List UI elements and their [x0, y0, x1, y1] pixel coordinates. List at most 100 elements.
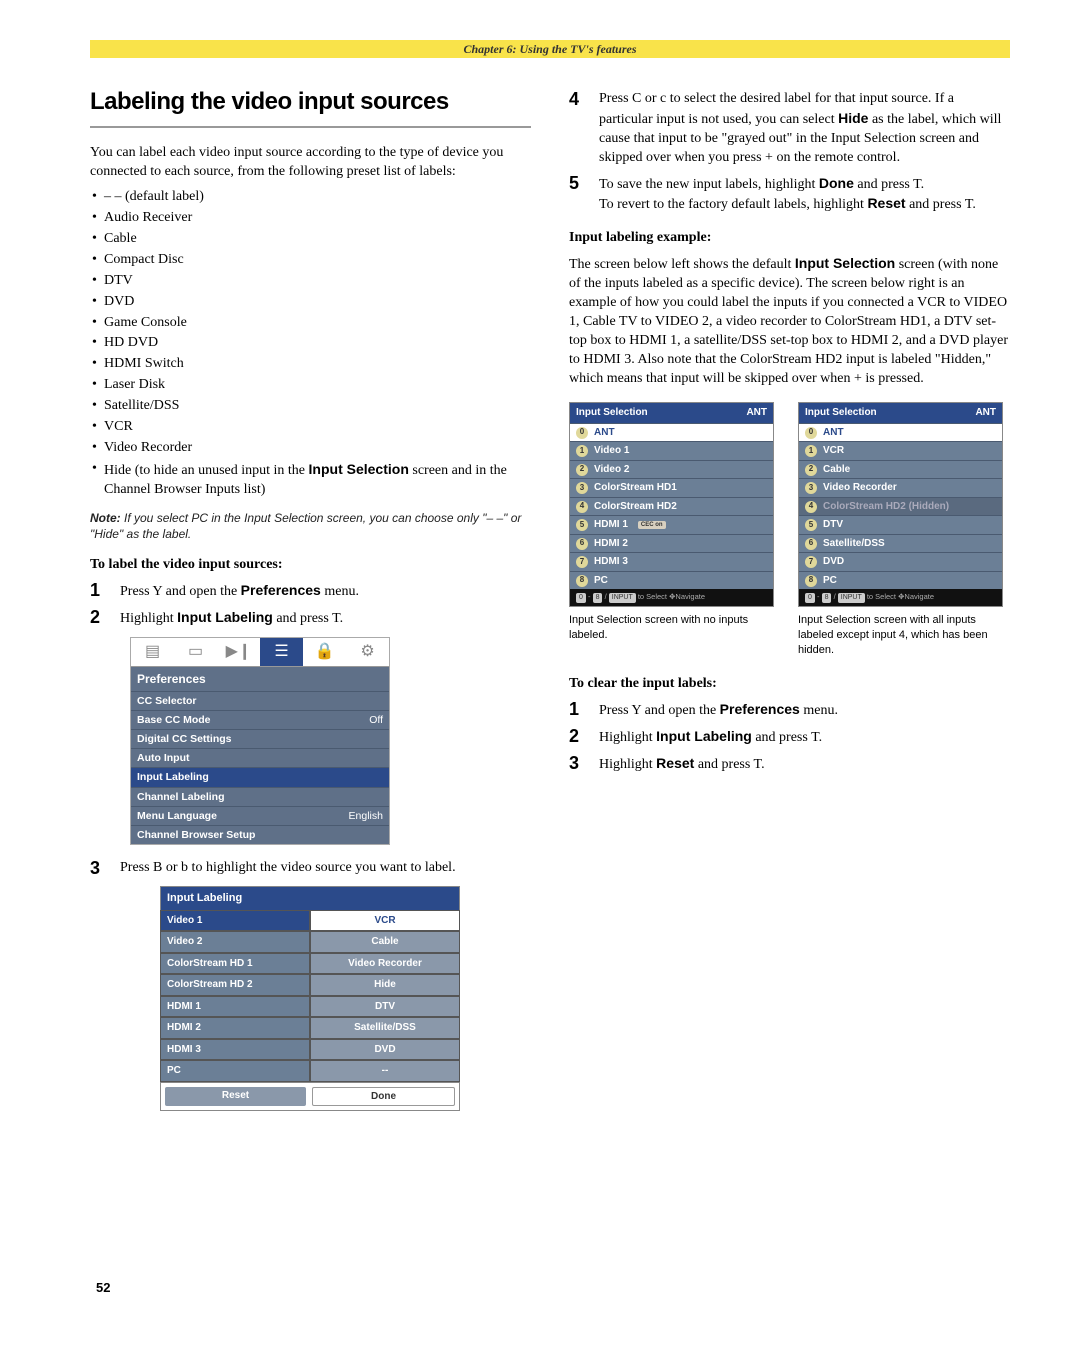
step-text: To save the new input labels, highlight … [599, 174, 976, 216]
step-number: 5 [569, 174, 585, 216]
step-5: 5 To save the new input labels, highligh… [569, 174, 1010, 216]
step-text: Highlight Input Labeling and press T. [120, 608, 343, 629]
sliders-icon: ☰ [260, 638, 303, 666]
caption-right: Input Selection screen with all inputs l… [798, 613, 1003, 658]
lab-row: HDMI 2Satellite/DSS [160, 1017, 460, 1039]
intro-paragraph: You can label each video input source ac… [90, 144, 531, 182]
subheading: To label the video input sources: [90, 556, 531, 575]
sel-item: 1Video 1 [570, 441, 773, 460]
lab-row: ColorStream HD 1Video Recorder [160, 953, 460, 975]
step-text: Highlight Input Labeling and press T. [599, 727, 822, 748]
step-number: 1 [569, 700, 585, 721]
page-number: 52 [96, 1280, 110, 1295]
sel-item: 2Cable [799, 460, 1002, 479]
icon-tab-row: ▤ ▭ ▶❙ ☰ 🔒 ⚙ [131, 638, 389, 667]
sel-item: 1VCR [799, 441, 1002, 460]
list-item: Audio Receiver [90, 209, 531, 228]
sel-item: 6Satellite/DSS [799, 534, 1002, 553]
pref-row: Channel Browser Setup [131, 825, 389, 844]
pref-row: Auto Input [131, 748, 389, 767]
input-labeling-title: Input Labeling [160, 886, 460, 910]
step-number: 3 [90, 859, 106, 878]
clear-step-3: 3 Highlight Reset and press T. [569, 754, 1010, 775]
step-2: 2 Highlight Input Labeling and press T. [90, 608, 531, 629]
page: Chapter 6: Using the TV's features Label… [0, 0, 1080, 1141]
preferences-menu-screenshot: ▤ ▭ ▶❙ ☰ 🔒 ⚙ Preferences CC Selector Bas… [130, 637, 390, 846]
preferences-title: Preferences [131, 667, 389, 691]
input-selection-card-labeled: Input SelectionANT 0ANT 1VCR 2Cable 3Vid… [798, 402, 1003, 606]
sel-item: 4ColorStream HD2 [570, 497, 773, 516]
chapter-banner: Chapter 6: Using the TV's features [90, 40, 1010, 58]
sel-item: 3Video Recorder [799, 478, 1002, 497]
lab-row: ColorStream HD 2Hide [160, 974, 460, 996]
pref-row: Digital CC Settings [131, 729, 389, 748]
input-selection-card-default: Input SelectionANT 0ANT 1Video 1 2Video … [569, 402, 774, 606]
gear-icon: ⚙ [346, 638, 389, 666]
selection-cards-row: Input SelectionANT 0ANT 1Video 1 2Video … [569, 402, 1010, 606]
clear-steps: 1 Press Y and open the Preferences menu.… [569, 700, 1010, 775]
list-item: DTV [90, 272, 531, 291]
step-3: 3 Press B or b to highlight the video so… [90, 859, 531, 878]
done-button: Done [312, 1087, 455, 1107]
list-item-hide: Hide (to hide an unused input in the Inp… [90, 460, 531, 500]
sel-item: 0ANT [799, 423, 1002, 442]
step-number: 2 [90, 608, 106, 629]
example-heading: Input labeling example: [569, 229, 1010, 248]
sel-item: 0ANT [570, 423, 773, 442]
list-item: Video Recorder [90, 439, 531, 458]
sel-item: 5HDMI 1CEC on [570, 515, 773, 534]
step-text: Press Y and open the Preferences menu. [120, 581, 359, 602]
steps-list: 1 Press Y and open the Preferences menu.… [90, 581, 531, 629]
step-text: Highlight Reset and press T. [599, 754, 765, 775]
lab-row: Video 2Cable [160, 931, 460, 953]
lab-row: HDMI 3DVD [160, 1039, 460, 1061]
sel-item: 3ColorStream HD1 [570, 478, 773, 497]
pref-row: Menu LanguageEnglish [131, 806, 389, 825]
sel-item: 2Video 2 [570, 460, 773, 479]
reset-button: Reset [165, 1087, 306, 1107]
step-text: Press C or c to select the desired label… [599, 90, 1010, 168]
pref-row: Channel Labeling [131, 787, 389, 806]
lab-row: Video 1VCR [160, 910, 460, 932]
lab-button-row: Reset Done [160, 1082, 460, 1112]
step-number: 2 [569, 727, 585, 748]
list-item: Game Console [90, 314, 531, 333]
preferences-body: Preferences CC Selector Base CC ModeOff … [131, 667, 389, 845]
sel-item: 8PC [570, 571, 773, 590]
lab-row: HDMI 1DTV [160, 996, 460, 1018]
list-item: HDMI Switch [90, 355, 531, 374]
tab-icon: ▤ [131, 638, 174, 666]
card-footer: 0 - 8 / INPUT to Select ✥Navigate [570, 589, 773, 605]
step-number: 1 [90, 581, 106, 602]
step-number: 4 [569, 90, 585, 168]
steps-right: 4 Press C or c to select the desired lab… [569, 90, 1010, 215]
example-paragraph: The screen below left shows the default … [569, 254, 1010, 388]
step-1: 1 Press Y and open the Preferences menu. [90, 581, 531, 602]
section-title-box: Labeling the video input sources [90, 86, 531, 128]
lab-row: PC-- [160, 1060, 460, 1082]
two-column-layout: Labeling the video input sources You can… [90, 86, 1010, 1111]
clear-step-2: 2 Highlight Input Labeling and press T. [569, 727, 1010, 748]
tv-icon: ▭ [174, 638, 217, 666]
caption-row: Input Selection screen with no inputs la… [569, 613, 1010, 658]
card-footer: 0 - 8 / INPUT to Select ✥Navigate [799, 589, 1002, 605]
section-title: Labeling the video input sources [90, 86, 531, 118]
step-4: 4 Press C or c to select the desired lab… [569, 90, 1010, 168]
pref-row-highlight: Input Labeling [131, 767, 389, 786]
input-labeling-screenshot: Input Labeling Video 1VCR Video 2Cable C… [160, 886, 460, 1111]
list-item: Satellite/DSS [90, 397, 531, 416]
step-number: 3 [569, 754, 585, 775]
play-icon: ▶❙ [217, 638, 260, 666]
lock-icon: 🔒 [303, 638, 346, 666]
caption-left: Input Selection screen with no inputs la… [569, 613, 774, 658]
step-text: Press B or b to highlight the video sour… [120, 859, 456, 878]
list-item: VCR [90, 418, 531, 437]
list-item: Compact Disc [90, 251, 531, 270]
pref-row: CC Selector [131, 691, 389, 710]
steps-list-cont: 3 Press B or b to highlight the video so… [90, 859, 531, 878]
label-list: – – (default label) Audio Receiver Cable… [90, 188, 531, 499]
note-paragraph: Note: If you select PC in the Input Sele… [90, 510, 531, 542]
clear-heading: To clear the input labels: [569, 675, 1010, 694]
clear-step-1: 1 Press Y and open the Preferences menu. [569, 700, 1010, 721]
step-text: Press Y and open the Preferences menu. [599, 700, 838, 721]
